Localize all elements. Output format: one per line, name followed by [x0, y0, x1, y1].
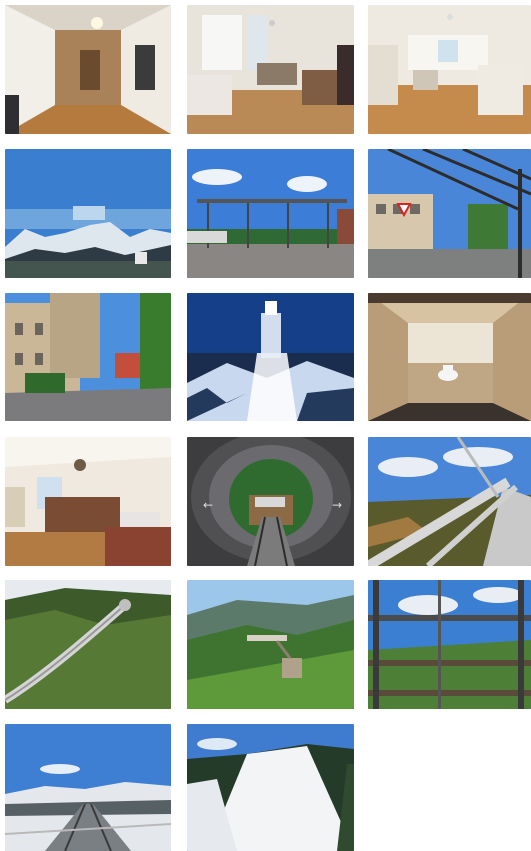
photo-hallway-interior[interactable]	[5, 5, 171, 134]
photo-forest-tower-aerial[interactable]	[187, 580, 354, 709]
photo-bus-stop-shelter[interactable]	[187, 149, 354, 278]
photo-observation-tower-night[interactable]	[187, 293, 354, 421]
photo-treetop-path-railing[interactable]	[368, 437, 531, 566]
photo-hotel-room-beds[interactable]	[5, 437, 171, 566]
photo-kitchen-living-interior[interactable]	[368, 5, 531, 134]
photo-ski-slope[interactable]	[187, 724, 354, 851]
photo-snowy-track-view[interactable]	[5, 724, 171, 851]
photo-mountain-panorama-winter[interactable]	[5, 149, 171, 278]
photo-bedroom-interior[interactable]	[187, 5, 354, 134]
svg-text:←: ←	[203, 498, 213, 512]
svg-text:→: →	[332, 498, 342, 512]
photo-bathroom-toilet[interactable]	[368, 293, 531, 421]
photo-village-street[interactable]	[5, 293, 171, 421]
photo-treetop-walk-spiral[interactable]	[368, 580, 531, 709]
photo-gallery: ← →	[0, 0, 531, 851]
photo-tunnel-walkway[interactable]: ← →	[187, 437, 354, 566]
photo-treetop-walkway-aerial[interactable]	[5, 580, 171, 709]
photo-pergola-building-street[interactable]	[368, 149, 531, 278]
